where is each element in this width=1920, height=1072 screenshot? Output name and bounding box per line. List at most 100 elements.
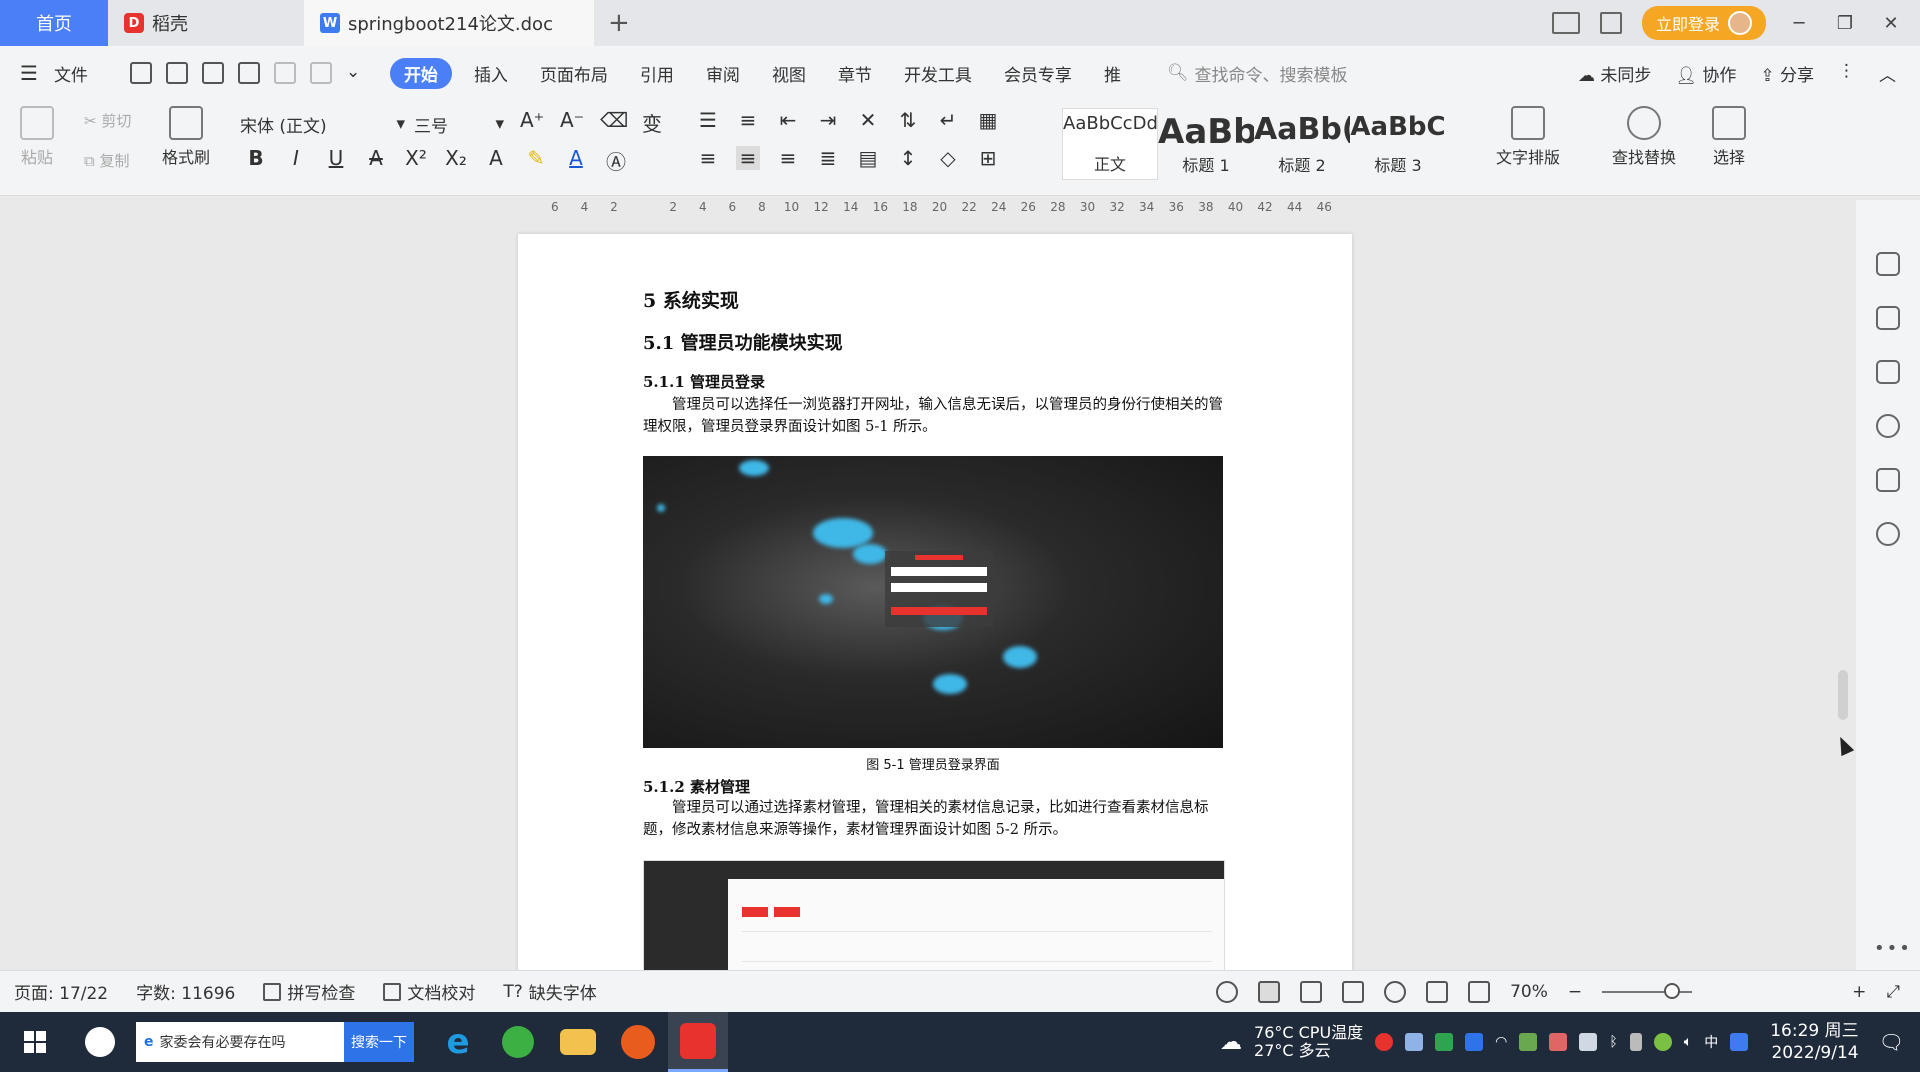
proofread-button[interactable]: 文档校对 <box>383 979 475 1004</box>
font-color-icon[interactable]: A <box>564 146 588 175</box>
zoom-out-icon[interactable]: − <box>1568 982 1582 1002</box>
close-icon[interactable]: ✕ <box>1878 13 1904 34</box>
new-tab-button[interactable]: + <box>594 0 644 46</box>
share-button[interactable]: ⇪ 分享 <box>1760 61 1814 86</box>
shield-icon[interactable] <box>1465 1033 1484 1051</box>
taskbar-app-explorer[interactable] <box>548 1012 608 1072</box>
shading-icon[interactable]: ◇ <box>936 146 960 170</box>
scroll-thumb[interactable] <box>1838 670 1848 720</box>
find-replace-button[interactable]: 查找替换 <box>1612 106 1676 168</box>
web-view-icon[interactable] <box>1384 980 1407 1003</box>
style-heading-3[interactable]: AaBbC 标题 3 <box>1350 108 1446 180</box>
taskbar-app-pinwheel[interactable] <box>70 1012 130 1072</box>
layout-icon[interactable] <box>1551 12 1580 34</box>
tab-daoke[interactable]: D 稻壳 <box>108 0 304 46</box>
tray-app-icon[interactable] <box>1375 1033 1394 1051</box>
tray-app-icon[interactable] <box>1730 1033 1749 1051</box>
zoom-in-icon[interactable]: + <box>1852 982 1866 1002</box>
read-view-icon[interactable] <box>1342 980 1365 1003</box>
print-icon[interactable] <box>201 62 224 84</box>
format-painter-button[interactable]: 格式刷 <box>162 106 210 168</box>
select-button[interactable]: 选择 <box>1712 106 1746 168</box>
horizontal-ruler[interactable]: 6 4 2 2 4 6 8 10 12 14 16 18 20 22 24 26 28 30 32 34 36 38 40 4… <box>0 196 1920 222</box>
show-marks-icon[interactable]: ↵ <box>936 108 960 132</box>
help-icon[interactable] <box>1876 414 1900 438</box>
superscript-icon[interactable]: X² <box>404 146 428 175</box>
export-icon[interactable] <box>165 62 188 84</box>
tab-document[interactable]: W springboot214论文.doc <box>304 0 594 46</box>
align-center-icon[interactable]: ≡ <box>736 146 760 170</box>
char-border-icon[interactable]: Ⓐ <box>604 146 628 175</box>
taskbar-search-input[interactable]: e 家委会有必要存在吗 <box>136 1022 344 1062</box>
taskbar-app-browser[interactable] <box>488 1012 548 1072</box>
menu-tab-insert[interactable]: 插入 <box>458 61 524 86</box>
login-button[interactable]: 立即登录 <box>1641 6 1766 40</box>
italic-icon[interactable]: I <box>284 146 308 175</box>
menu-tab-member[interactable]: 会员专享 <box>988 61 1088 86</box>
page-indicator[interactable]: 页面: 17/22 <box>14 979 108 1004</box>
line-spacing-icon[interactable]: ↕ <box>896 146 920 170</box>
edit-pen-icon[interactable] <box>1876 252 1900 276</box>
missing-font-button[interactable]: T? 缺失字体 <box>503 979 596 1005</box>
apps-grid-icon[interactable] <box>1599 12 1622 34</box>
save-icon[interactable] <box>129 62 152 84</box>
sort-icon[interactable]: ⇅ <box>896 108 920 132</box>
font-name-select[interactable]: 宋体 (正文) ▾ <box>240 110 405 138</box>
write-view-icon[interactable] <box>1426 980 1449 1003</box>
document-page[interactable]: 5 系统实现 5.1 管理员功能模块实现 5.1.1 管理员登录 管理员可以选择… <box>518 234 1352 970</box>
strikethrough-icon[interactable]: A <box>364 146 388 175</box>
taskbar-search-button[interactable]: 搜索一下 <box>344 1022 414 1062</box>
menu-file[interactable]: 文件 <box>38 61 104 86</box>
decrease-indent-icon[interactable]: ⇤ <box>776 108 800 132</box>
zoom-level[interactable]: 70% <box>1510 982 1548 1002</box>
bold-icon[interactable]: B <box>244 146 268 175</box>
redo-icon[interactable] <box>309 62 332 84</box>
justify-icon[interactable]: ≣ <box>816 146 840 170</box>
grow-font-icon[interactable]: A⁺ <box>520 108 544 137</box>
fullscreen-icon[interactable]: ⤢ <box>1886 982 1900 1002</box>
menu-tab-references[interactable]: 引用 <box>624 61 690 86</box>
taskbar-app-wps[interactable] <box>668 1012 728 1072</box>
document-area[interactable]: 5 系统实现 5.1 管理员功能模块实现 5.1.1 管理员登录 管理员可以选择… <box>0 222 1840 970</box>
ime-indicator[interactable]: 中 <box>1704 1032 1718 1052</box>
borders-icon[interactable]: ⊞ <box>976 146 1000 170</box>
bullet-list-icon[interactable]: ☰ <box>696 108 720 132</box>
highlight-icon[interactable]: ✎ <box>524 146 548 175</box>
align-left-icon[interactable]: ≡ <box>696 146 720 170</box>
text-effect-icon[interactable]: A <box>484 146 508 175</box>
table-lines-icon[interactable]: ▦ <box>976 108 1000 132</box>
menu-tab-layout[interactable]: 页面布局 <box>524 61 624 86</box>
taskbar-app-ie[interactable]: e <box>428 1012 488 1072</box>
tray-app-icon[interactable] <box>1653 1033 1672 1051</box>
phonetic-icon[interactable]: 变 <box>640 108 664 137</box>
style-heading-1[interactable]: AaBb 标题 1 <box>1158 108 1254 180</box>
command-search[interactable]: 🔍︎ 查找命令、搜索模板 <box>1167 61 1348 86</box>
align-right-icon[interactable]: ≡ <box>776 146 800 170</box>
tray-app-icon[interactable] <box>1435 1033 1454 1051</box>
distributed-icon[interactable]: ▤ <box>856 146 880 170</box>
increase-indent-icon[interactable]: ⇥ <box>816 108 840 132</box>
style-normal[interactable]: AaBbCcDd 正文 <box>1062 108 1158 180</box>
usb-icon[interactable] <box>1629 1033 1642 1051</box>
clock[interactable]: 16:29 周三 2022/9/14 <box>1770 1020 1858 1064</box>
image-tool-icon[interactable] <box>1876 468 1900 492</box>
text-layout-button[interactable]: 文字排版 <box>1496 106 1560 168</box>
vertical-scrollbar[interactable] <box>1836 200 1850 970</box>
chevron-down-icon[interactable]: ⌄ <box>346 62 368 84</box>
fit-page-icon[interactable] <box>1468 980 1491 1003</box>
cut-button[interactable]: ✂ 剪切 <box>84 110 131 131</box>
more-vertical-icon[interactable]: ⋮ <box>1838 61 1855 86</box>
notification-icon[interactable]: 🗨︎ <box>1879 1030 1904 1054</box>
zoom-slider-knob[interactable] <box>1664 982 1681 999</box>
menu-tab-view[interactable]: 视图 <box>756 61 822 86</box>
restore-icon[interactable]: ❐ <box>1832 13 1858 34</box>
more-horizontal-icon[interactable]: ••• <box>1874 938 1912 959</box>
outline-view-icon[interactable] <box>1300 980 1323 1003</box>
copy-button[interactable]: ⧉ 复制 <box>84 150 130 171</box>
bluetooth-icon[interactable]: ᛒ <box>1609 1034 1617 1050</box>
word-count[interactable]: 字数: 11696 <box>136 979 235 1004</box>
page-view-icon[interactable] <box>1258 980 1281 1003</box>
tray-app-icon[interactable] <box>1519 1033 1538 1051</box>
menu-tab-developer[interactable]: 开发工具 <box>888 61 988 86</box>
chinese-layout-icon[interactable]: ✕ <box>856 108 880 132</box>
